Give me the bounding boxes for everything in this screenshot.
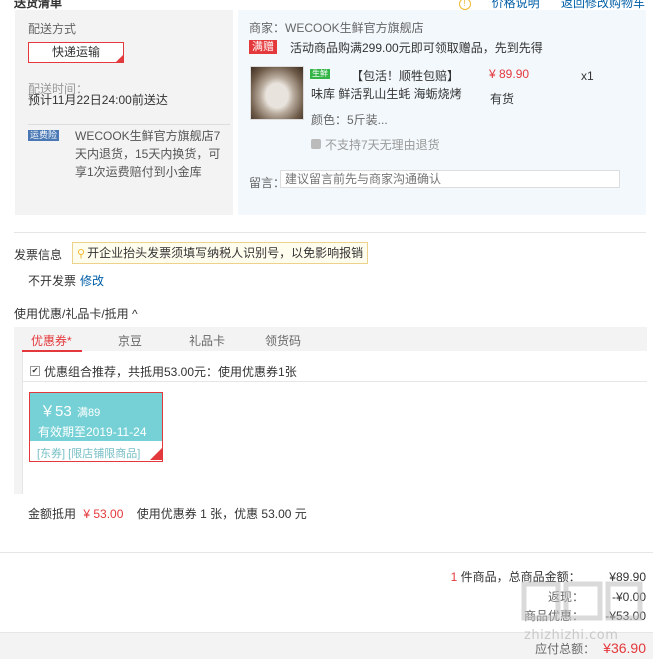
coupon-condition: 满89	[77, 407, 101, 419]
active-tab-indicator	[22, 350, 82, 352]
selected-corner-icon	[116, 55, 123, 62]
site-logo-watermark	[521, 581, 643, 621]
shipping-insurance-text: WECOOK生鲜官方旗舰店7天内退货，15天内换货，可享1次运费赔付到小金库	[75, 129, 221, 179]
divider	[28, 124, 230, 125]
invoice-label: 发票信息	[14, 248, 63, 262]
stock-status: 有货	[490, 92, 515, 106]
invoice-tip: ⚲ 开企业抬头发票须填写纳税人识别号，以免影响报销	[72, 242, 369, 264]
shipping-method-option[interactable]: 快递运输	[28, 42, 124, 63]
deduct-detail: 使用优惠券 1 张，优惠 53.00 元	[136, 507, 307, 521]
tab-jingdou[interactable]: 京豆	[118, 332, 142, 349]
product-subtitle[interactable]: 味库 鲜活乳山生蚝 海蛎烧烤	[311, 85, 462, 102]
product-price: ¥ 89.90	[489, 67, 530, 81]
combo-recommend-text: 优惠组合推荐，共抵用53.00元：使用优惠券1张	[44, 365, 297, 379]
product-title[interactable]: 【包活！顺牲包赔】	[351, 67, 459, 84]
coupon-amount: ￥53	[40, 403, 72, 420]
watermark-text: zhizhizhi.com	[524, 628, 619, 643]
shipping-method-label: 配送方式	[28, 22, 77, 36]
deduct-summary: 金额抵用 ¥ 53.00 使用优惠券 1 张，优惠 53.00 元	[28, 507, 307, 521]
coupon-scope: [东券] [限店铺限商品]	[37, 448, 141, 460]
info-icon: !	[458, 0, 471, 10]
message-input[interactable]	[280, 170, 620, 188]
deduct-amount: ¥ 53.00	[83, 507, 124, 521]
divider	[14, 232, 646, 233]
shop-name[interactable]: 商家：WECOOK生鲜官方旗舰店	[249, 19, 424, 36]
tab-coupons[interactable]: 优惠券*	[31, 332, 72, 349]
invoice-modify-link[interactable]: 修改	[80, 272, 104, 289]
shipping-panel	[15, 10, 233, 215]
divider	[0, 552, 653, 553]
back-to-cart-link[interactable]: 返回修改购物车	[561, 0, 645, 10]
item-count: 1	[450, 570, 458, 584]
no-return-icon	[311, 139, 321, 149]
combo-checkbox[interactable]: ✔	[30, 366, 40, 376]
fresh-badge: 生鲜	[310, 69, 330, 79]
lightbulb-icon: ⚲	[77, 248, 86, 260]
gift-promo-text: 活动商品购满299.00元即可领取赠品，先到先得	[290, 41, 543, 55]
product-image[interactable]	[250, 66, 304, 120]
gift-badge: 满赠	[249, 40, 277, 54]
coupon-validity: 有效期至2019-11-24	[38, 425, 147, 439]
delivery-time-value: 预计11月22日24:00前送达	[28, 93, 168, 107]
price-info-link[interactable]: ! 价格说明	[441, 0, 540, 10]
no-return-notice: 不支持7天无理由退货	[325, 138, 440, 152]
invoice-state: 不开发票	[28, 274, 77, 288]
selected-corner-icon	[150, 448, 162, 460]
product-quantity: x1	[581, 69, 594, 83]
tab-pickup-code[interactable]: 领货码	[265, 332, 301, 349]
tab-gift-card[interactable]: 礼品卡	[189, 332, 225, 349]
divider	[22, 381, 647, 382]
shipping-insurance-icon: 运费险	[28, 130, 60, 141]
product-variant: 颜色：5斤装...	[311, 113, 388, 127]
coupon-section-toggle[interactable]: 使用优惠/礼品卡/抵用 ^	[14, 305, 138, 322]
